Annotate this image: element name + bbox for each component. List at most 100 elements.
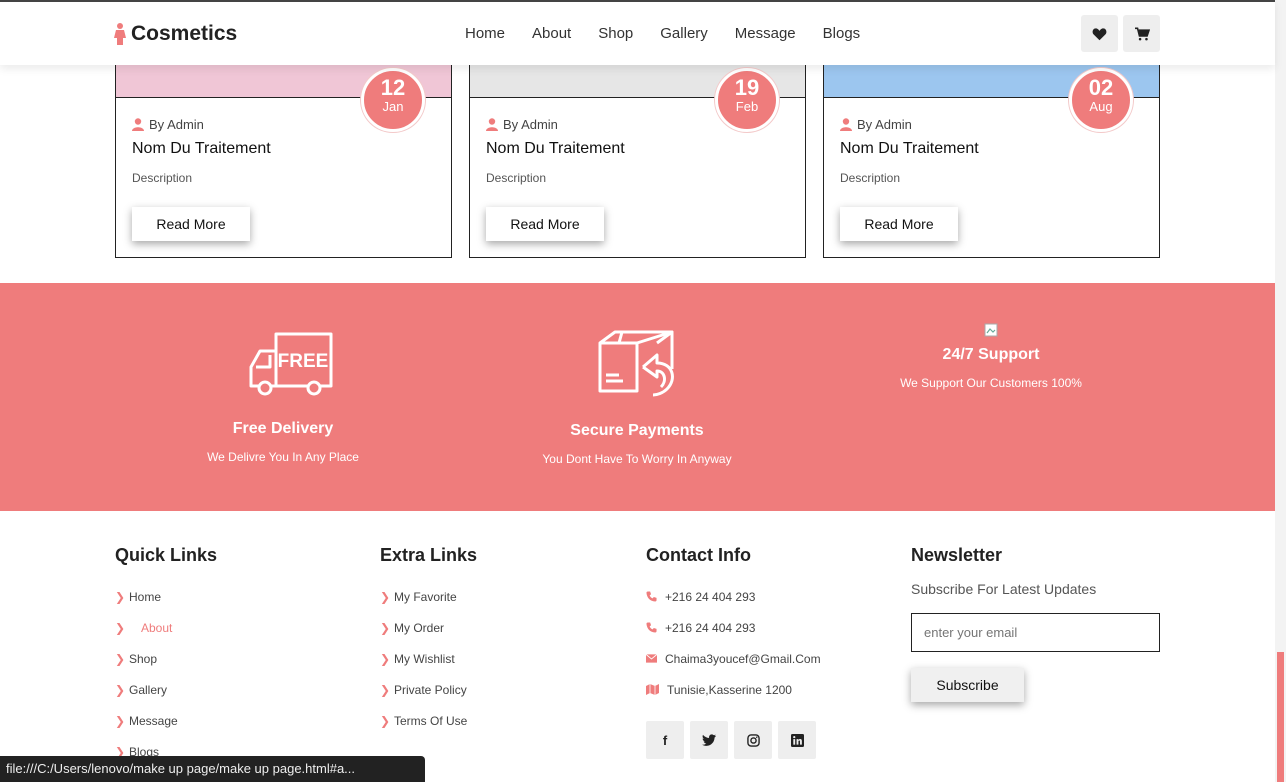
feature-title: Secure Payments xyxy=(570,422,704,439)
contact-text: +216 24 404 293 xyxy=(665,620,756,635)
link-label: Shop xyxy=(129,651,158,666)
footer-link-gallery[interactable]: ❯ Gallery xyxy=(115,674,217,705)
chevron-right-icon: ❯ xyxy=(115,682,126,697)
author-name: By Admin xyxy=(149,117,204,132)
phone-icon xyxy=(646,622,657,633)
link-label: Home xyxy=(129,589,162,604)
footer-link-policy[interactable]: ❯ Private Policy xyxy=(380,674,477,705)
newsletter-subtitle: Subscribe For Latest Updates xyxy=(911,581,1097,597)
footer-newsletter: Newsletter Subscribe For Latest Updates … xyxy=(911,545,1160,702)
linkedin-icon xyxy=(790,733,804,747)
linkedin-button[interactable] xyxy=(778,721,816,759)
feature-desc: We Support Our Customers 100% xyxy=(900,376,1082,390)
logo[interactable]: Cosmetics xyxy=(113,22,237,46)
social-links: f xyxy=(646,721,821,759)
nav-about[interactable]: About xyxy=(532,25,571,42)
footer-link-favorite[interactable]: ❯ My Favorite xyxy=(380,581,477,612)
svg-text:FREE: FREE xyxy=(277,351,328,372)
footer-link-about[interactable]: ❯ About xyxy=(115,612,217,643)
author: By Admin xyxy=(132,117,204,132)
map-icon xyxy=(646,684,659,695)
footer-link-wishlist[interactable]: ❯ My Wishlist xyxy=(380,643,477,674)
author: By Admin xyxy=(840,117,912,132)
browser-status-bar: file:///C:/Users/lenovo/make up page/mak… xyxy=(0,756,425,782)
chevron-right-icon: ❯ xyxy=(380,589,391,604)
scrollbar-thumb[interactable] xyxy=(1277,652,1284,782)
header-actions xyxy=(1081,15,1160,52)
blog-title: Nom Du Traitement xyxy=(132,140,271,157)
footer-link-message[interactable]: ❯ Message xyxy=(115,705,217,736)
nav-gallery[interactable]: Gallery xyxy=(660,25,708,42)
footer-contact: Contact Info +216 24 404 293 +216 24 404… xyxy=(646,545,821,759)
contact-address[interactable]: Tunisie,Kasserine 1200 xyxy=(646,674,821,705)
link-label: Gallery xyxy=(129,682,168,697)
newsletter-heading: Newsletter xyxy=(911,545,1003,565)
page-scrollbar[interactable] xyxy=(1275,0,1286,782)
extra-links-heading: Extra Links xyxy=(380,545,478,565)
blog-card: 19 Feb By Admin Nom Du Traitement Descri… xyxy=(469,55,806,258)
link-label: Terms Of Use xyxy=(394,713,468,728)
feature-support: 24/7 Support We Support Our Customers 10… xyxy=(891,323,1091,390)
chevron-right-icon: ❯ xyxy=(115,713,126,728)
footer-link-home[interactable]: ❯ Home xyxy=(115,581,217,612)
chevron-right-icon: ❯ xyxy=(380,713,391,728)
date-month: Jan xyxy=(382,99,404,114)
read-more-button[interactable]: Read More xyxy=(840,207,958,241)
blog-card: 12 Jan By Admin Nom Du Traitement Descri… xyxy=(115,55,452,258)
date-day: 19 xyxy=(734,75,760,100)
date-badge: 19 Feb xyxy=(715,68,779,132)
date-day: 02 xyxy=(1088,75,1114,100)
footer-link-order[interactable]: ❯ My Order xyxy=(380,612,477,643)
cart-icon xyxy=(1134,26,1150,40)
free-delivery-truck-icon: FREE xyxy=(249,332,332,396)
phone-icon xyxy=(646,591,657,602)
feature-secure-payments: Secure Payments You Dont Have To Worry I… xyxy=(537,329,737,466)
instagram-button[interactable] xyxy=(734,721,772,759)
author-name: By Admin xyxy=(503,117,558,132)
wishlist-button[interactable] xyxy=(1081,15,1118,52)
nav-shop[interactable]: Shop xyxy=(598,25,633,42)
chevron-right-icon: ❯ xyxy=(115,620,126,635)
nav-message[interactable]: Message xyxy=(735,25,796,42)
broken-image-icon xyxy=(984,323,998,337)
read-more-button[interactable]: Read More xyxy=(132,207,250,241)
user-icon xyxy=(486,118,498,131)
footer-quick-links: Quick Links ❯ Home ❯ About ❯ Shop ❯ Gallery … xyxy=(115,545,217,767)
female-icon xyxy=(114,23,126,45)
link-label: Private Policy xyxy=(394,682,467,697)
site-header: Cosmetics Home About Shop Gallery Messag… xyxy=(0,0,1275,65)
email-input[interactable] xyxy=(911,613,1160,652)
link-label: Message xyxy=(129,713,178,728)
blog-title: Nom Du Traitement xyxy=(840,140,979,157)
link-label: About xyxy=(141,620,173,635)
link-label: My Favorite xyxy=(394,589,457,604)
feature-title: 24/7 Support xyxy=(942,346,1040,363)
footer-link-terms[interactable]: ❯ Terms Of Use xyxy=(380,705,477,736)
footer-link-shop[interactable]: ❯ Shop xyxy=(115,643,217,674)
facebook-button[interactable]: f xyxy=(646,721,684,759)
date-month: Aug xyxy=(1089,99,1113,114)
nav-blogs[interactable]: Blogs xyxy=(823,25,861,42)
feature-desc: You Dont Have To Worry In Anyway xyxy=(542,452,732,466)
logo-text: Cosmetics xyxy=(131,22,238,45)
facebook-icon: f xyxy=(662,732,668,748)
return-box-icon xyxy=(598,330,674,397)
chevron-right-icon: ❯ xyxy=(380,682,391,697)
blog-description: Description xyxy=(486,171,547,185)
twitter-button[interactable] xyxy=(690,721,728,759)
read-more-button[interactable]: Read More xyxy=(486,207,604,241)
cart-button[interactable] xyxy=(1123,15,1160,52)
contact-phone[interactable]: +216 24 404 293 xyxy=(646,581,821,612)
contact-phone[interactable]: +216 24 404 293 xyxy=(646,612,821,643)
contact-text: Chaima3youcef@Gmail.Com xyxy=(665,651,821,666)
nav-home[interactable]: Home xyxy=(465,25,505,42)
date-badge: 12 Jan xyxy=(361,68,425,132)
feature-free-delivery: FREE Free Delivery We Delivre You In Any… xyxy=(183,331,383,464)
user-icon xyxy=(132,118,144,131)
subscribe-button[interactable]: Subscribe xyxy=(911,668,1024,702)
date-day: 12 xyxy=(380,75,406,100)
contact-email[interactable]: Chaima3youcef@Gmail.Com xyxy=(646,643,821,674)
features-band: FREE Free Delivery We Delivre You In Any… xyxy=(0,283,1275,511)
chevron-right-icon: ❯ xyxy=(380,620,391,635)
blog-title: Nom Du Traitement xyxy=(486,140,625,157)
